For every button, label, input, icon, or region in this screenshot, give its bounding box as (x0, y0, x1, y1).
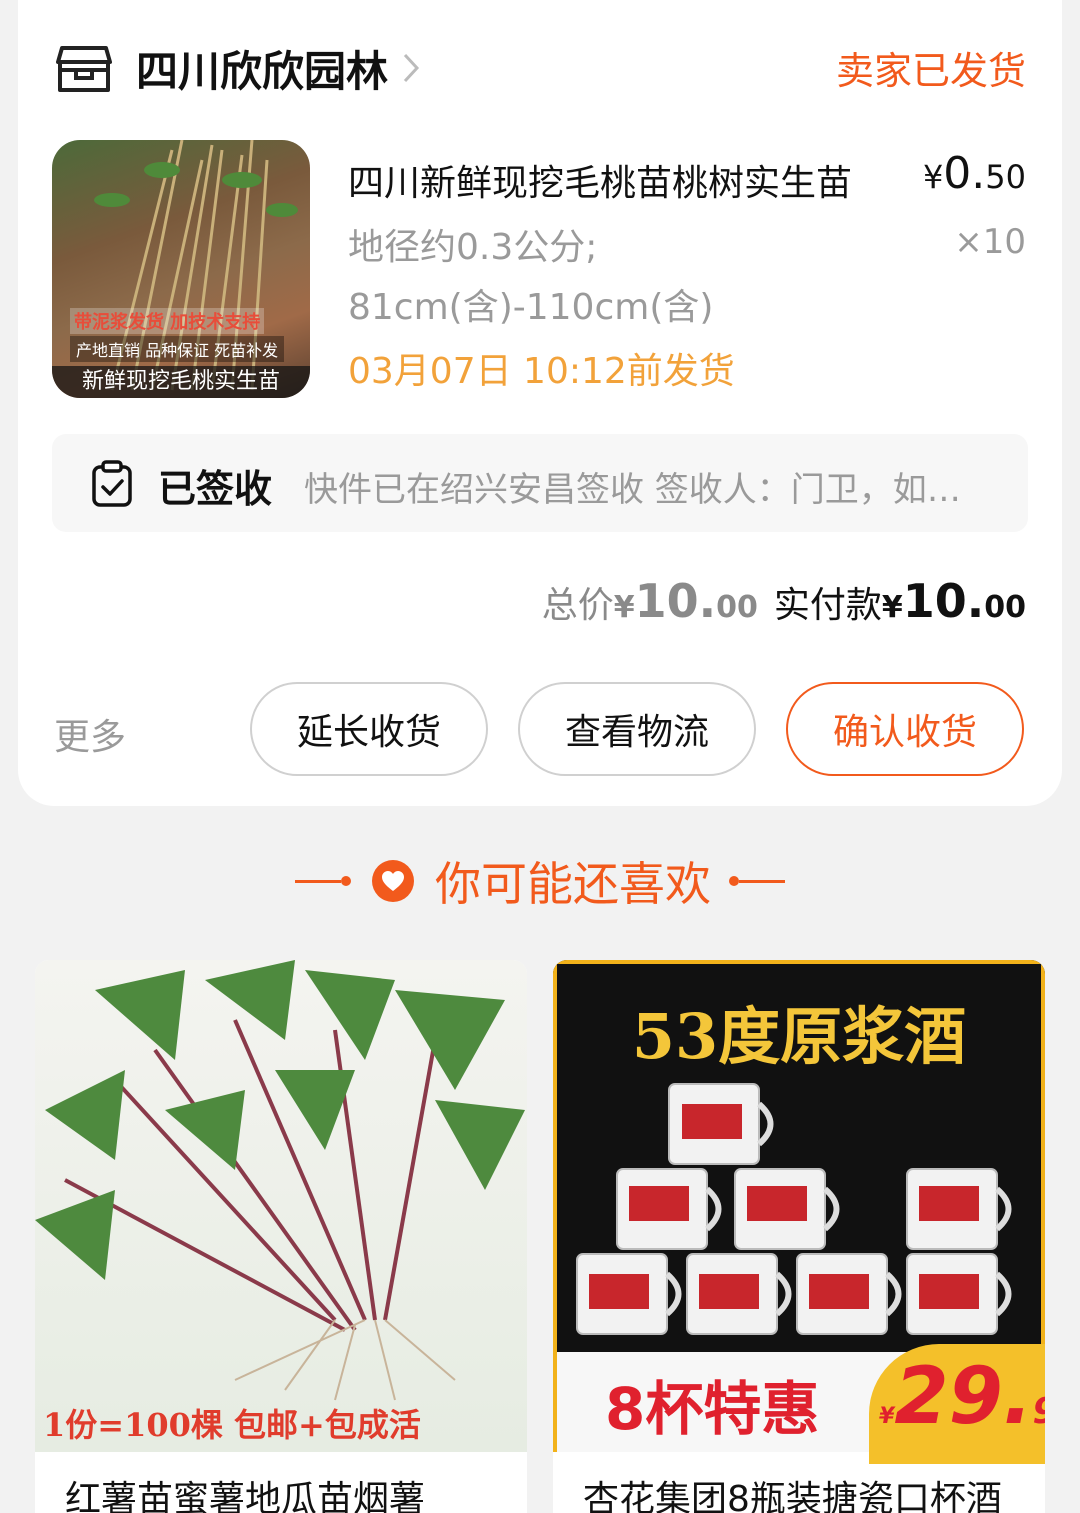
image-caption-red: 带泥浆发货 加技术支持 (70, 308, 265, 334)
recommend-item-image: 1份=100棵 包邮+包成活 (35, 960, 527, 1452)
paid-amount-int: 10. (902, 574, 985, 628)
clipboard-check-icon (92, 460, 132, 507)
extend-receipt-button[interactable]: 延长收货 (250, 682, 488, 776)
chevron-right-icon (403, 53, 420, 83)
product-price: ¥0.50 (922, 148, 1026, 199)
recommend-item[interactable]: 53度原浆酒 8杯特惠 ¥29. 杏花集团8瓶装搪瓷口杯酒 (553, 960, 1045, 1513)
total-symbol: ¥ (613, 590, 635, 625)
divider-dot-right (729, 876, 739, 886)
image-caption-bottom: 新鲜现挖毛桃实生苗 (52, 366, 310, 398)
shop-name: 四川欣欣园林 (136, 46, 389, 96)
heart-icon (372, 860, 414, 902)
paid-amount-dec: 00 (984, 590, 1026, 625)
recommend-item-name: 红薯苗蜜薯地瓜苗烟薯 (65, 1479, 426, 1513)
total-label: 总价 (541, 585, 614, 626)
product-image[interactable]: 带泥浆发货 加技术支持 产地直销 品种保证 死苗补发 新鲜现挖毛桃实生苗 (52, 140, 310, 398)
recommend-item[interactable]: 1份=100棵 包邮+包成活 红薯苗蜜薯地瓜苗烟薯 (35, 960, 527, 1513)
logistics-status: 已签收 (158, 467, 273, 511)
recommend-item-banner: 1份=100棵 包邮+包成活 (43, 1406, 421, 1444)
product-spec-diameter: 地径约0.3公分; (348, 227, 598, 268)
divider-left (295, 879, 341, 883)
divider-right (739, 879, 785, 883)
total-amount-dec: 00 (716, 590, 758, 625)
product-title[interactable]: 四川新鲜现挖毛桃苗桃树实生苗 (348, 154, 878, 206)
image-caption-white: 产地直销 品种保证 死苗补发 (70, 336, 285, 362)
recommend-header: 你可能还喜欢 (0, 846, 1080, 916)
view-logistics-button[interactable]: 查看物流 (518, 682, 756, 776)
store-icon (56, 46, 112, 92)
confirm-receipt-button[interactable]: 确认收货 (786, 682, 1024, 776)
product-quantity: ×10 (954, 222, 1026, 262)
recommend-item-image: 53度原浆酒 8杯特惠 ¥29. (553, 960, 1045, 1464)
logistics-summary[interactable]: 已签收 快件已在绍兴安昌签收 签收人：门卫，如有疑问请联系 (52, 434, 1028, 532)
recommend-item-name: 杏花集团8瓶装搪瓷口杯酒 (583, 1479, 1002, 1513)
order-card: 四川欣欣园林 卖家已发货 带泥浆发货 加技术支持 产地直销 品种保证 死苗补发 … (18, 0, 1062, 806)
recommend-title: 你可能还喜欢 (435, 857, 711, 911)
enamel-cups-graphic (576, 1083, 1012, 1335)
sweet-potato-seedlings-graphic (35, 960, 525, 1401)
divider-dot-left (341, 876, 351, 886)
product-spec-height: 81cm(含)-110cm(含) (348, 287, 714, 328)
order-status: 卖家已发货 (835, 49, 1026, 93)
shop-link[interactable]: 四川欣欣园林 (54, 32, 420, 104)
order-totals: 总价 ¥ 10. 00 实付款 ¥ 10. 00 (542, 574, 1026, 628)
more-actions-link[interactable]: 更多 (54, 708, 126, 760)
ship-deadline: 03月07日 10:12前发货 (348, 351, 735, 392)
paid-label: 实付款 (773, 585, 882, 626)
recommend-item-price: ¥29.9 (879, 1352, 1045, 1442)
total-amount-int: 10. (634, 574, 717, 628)
recommend-item-promo: 8杯特惠 (605, 1375, 820, 1443)
recommend-item-headline: 53度原浆酒 (631, 1000, 967, 1073)
paid-symbol: ¥ (881, 590, 903, 625)
logistics-detail: 快件已在绍兴安昌签收 签收人：门卫，如有疑问请联系 (304, 470, 994, 510)
